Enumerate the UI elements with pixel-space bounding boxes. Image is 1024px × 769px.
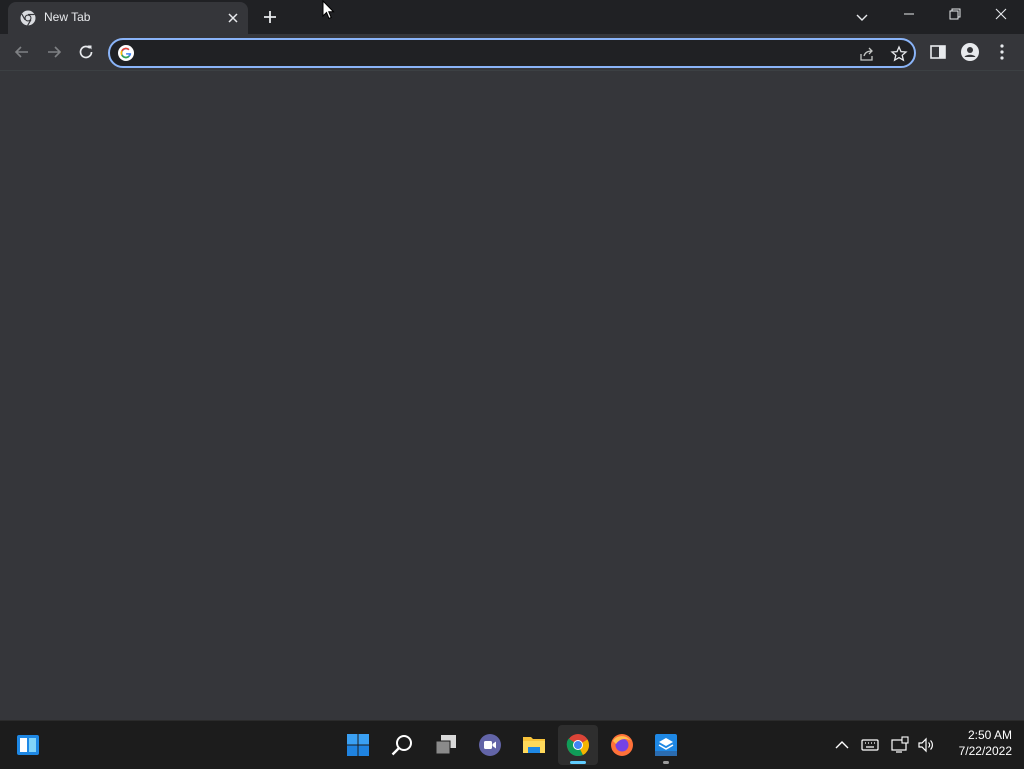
mouse-cursor-icon: [322, 0, 336, 25]
minimize-button[interactable]: [886, 0, 932, 30]
clock[interactable]: 2:50 AM 7/22/2022: [940, 727, 1012, 759]
search-icon[interactable]: [382, 725, 422, 765]
close-window-button[interactable]: [978, 0, 1024, 30]
widgets-icon[interactable]: [8, 725, 48, 765]
clock-time: 2:50 AM: [967, 728, 1012, 742]
network-icon[interactable]: [890, 735, 910, 755]
new-tab-button[interactable]: [260, 7, 280, 27]
store-icon[interactable]: [646, 725, 686, 765]
tab-title: New Tab: [44, 10, 91, 24]
chrome-taskbar-icon[interactable]: [558, 725, 598, 765]
profile-avatar-icon[interactable]: [960, 42, 980, 62]
task-view-icon[interactable]: [426, 725, 466, 765]
teams-chat-icon[interactable]: [470, 725, 510, 765]
reload-icon[interactable]: [76, 42, 96, 62]
browser-toolbar: [0, 34, 1024, 71]
clock-date: 7/22/2022: [958, 744, 1012, 758]
address-bar[interactable]: [108, 38, 916, 68]
taskbar: 2:50 AM 7/22/2022: [0, 720, 1024, 769]
address-input[interactable]: [142, 43, 846, 65]
chrome-icon: [20, 10, 36, 26]
firefox-icon[interactable]: [602, 725, 642, 765]
share-icon[interactable]: [858, 45, 876, 63]
google-icon: [118, 45, 134, 61]
tab-new-tab[interactable]: New Tab: [8, 2, 248, 34]
active-app-indicator: [570, 761, 586, 764]
running-app-indicator: [663, 761, 669, 764]
tab-search-chevron-icon[interactable]: [852, 7, 872, 27]
forward-arrow-icon[interactable]: [44, 42, 64, 62]
side-panel-icon[interactable]: [928, 42, 948, 62]
volume-icon[interactable]: [916, 735, 936, 755]
menu-kebab-icon[interactable]: [992, 42, 1012, 62]
page-content: [0, 71, 1024, 720]
restore-button[interactable]: [932, 0, 978, 30]
title-bar: New Tab: [0, 0, 1024, 34]
chevron-up-icon[interactable]: [832, 735, 852, 755]
close-icon[interactable]: [224, 9, 242, 27]
keyboard-icon[interactable]: [860, 735, 880, 755]
back-arrow-icon[interactable]: [12, 42, 32, 62]
file-explorer-icon[interactable]: [514, 725, 554, 765]
bookmark-star-icon[interactable]: [890, 45, 908, 63]
start-windows-icon[interactable]: [338, 725, 378, 765]
